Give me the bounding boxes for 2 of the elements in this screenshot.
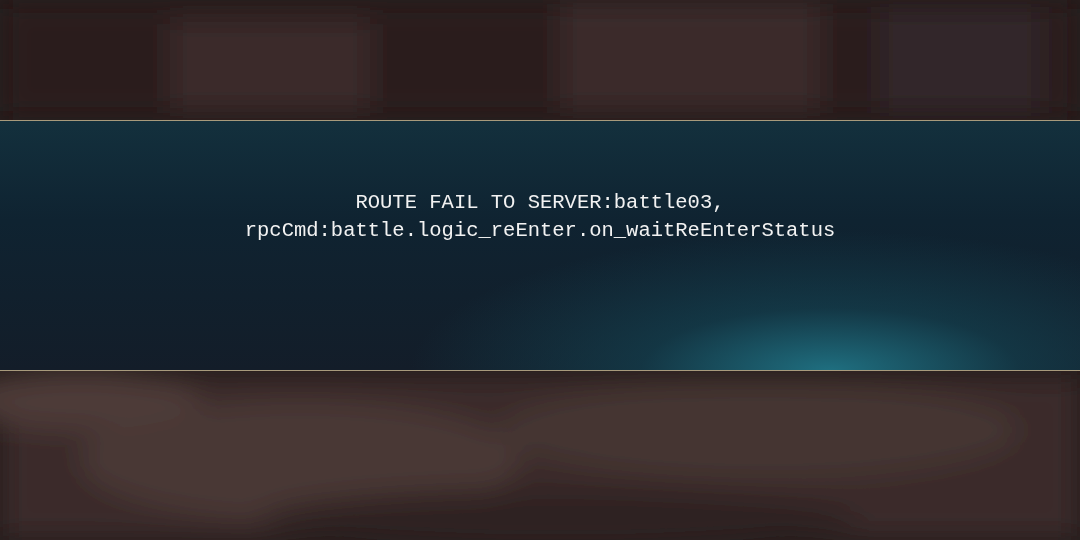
error-message: ROUTE FAIL TO SERVER:battle03, (355, 190, 725, 216)
error-message: rpcCmd:battle.logic_reEnter.on_waitReEnterStatus (244, 218, 836, 244)
